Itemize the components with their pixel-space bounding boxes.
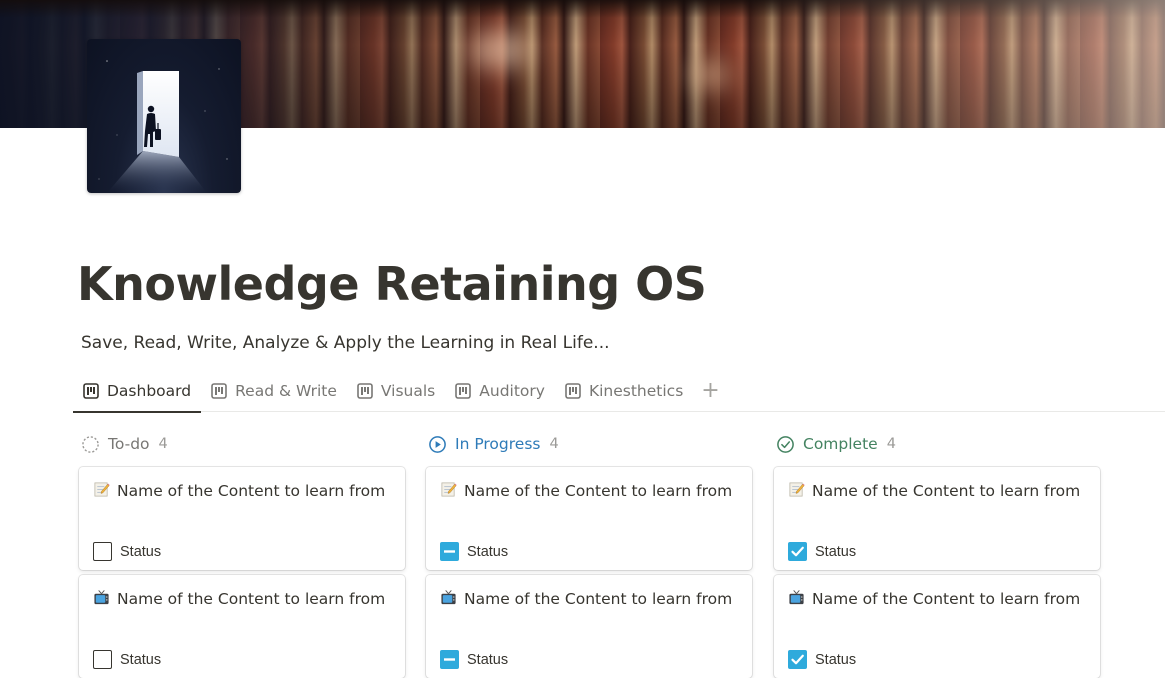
- memo-icon: [94, 482, 110, 497]
- status-checkbox-checked[interactable]: [788, 542, 807, 561]
- board-view-icon: [565, 382, 581, 399]
- tab-label: Kinesthetics: [588, 381, 684, 400]
- card-title: Name of the Content to learn from: [93, 587, 393, 613]
- board-view-icon: [83, 382, 99, 399]
- checkmark-icon: [791, 654, 804, 665]
- status-property: Status: [93, 542, 161, 561]
- tab-label: Read & Write: [235, 381, 337, 400]
- board-card[interactable]: Name of the Content to learn from Status: [79, 575, 405, 678]
- status-label: Status: [467, 651, 509, 668]
- page-subtitle[interactable]: Save, Read, Write, Analyze & Apply the L…: [81, 330, 610, 356]
- column-title: Complete: [803, 435, 878, 453]
- column-count: 4: [886, 436, 896, 452]
- tab-label: Visuals: [380, 381, 436, 400]
- board-column-complete: Complete 4 Name of the Content to learn …: [774, 430, 1100, 678]
- status-checkbox-indeterminate[interactable]: [440, 542, 459, 561]
- tab-visuals[interactable]: Visuals: [347, 370, 445, 412]
- board-view-icon: [455, 382, 472, 399]
- status-label: Status: [120, 651, 162, 668]
- column-header[interactable]: To-do 4: [79, 430, 405, 458]
- television-icon: [94, 590, 109, 605]
- tab-read-write[interactable]: Read & Write: [201, 370, 347, 412]
- status-checkbox[interactable]: [93, 542, 112, 561]
- status-property: Status: [788, 542, 856, 561]
- memo-icon: [789, 482, 805, 497]
- status-label: Status: [467, 543, 509, 560]
- status-checkbox[interactable]: [93, 650, 112, 669]
- column-title: In Progress: [455, 435, 541, 453]
- board-view-icon: [357, 382, 373, 399]
- minus-icon: [444, 658, 455, 661]
- board-card[interactable]: Name of the Content to learn from Status: [774, 575, 1100, 678]
- play-circle-icon: [429, 435, 446, 453]
- page-icon[interactable]: [87, 39, 241, 193]
- minus-icon: [444, 550, 455, 553]
- board-card[interactable]: Name of the Content to learn from Status: [79, 467, 405, 570]
- status-property: Status: [788, 650, 856, 669]
- tab-auditory[interactable]: Auditory: [445, 370, 555, 412]
- status-label: Status: [815, 543, 857, 560]
- status-label: Status: [120, 543, 162, 560]
- column-header[interactable]: Complete 4: [774, 430, 1100, 458]
- board-column-todo: To-do 4 Name of the Content to learn fro…: [79, 430, 405, 678]
- memo-icon: [441, 482, 457, 497]
- dashed-circle-icon: [82, 435, 99, 453]
- television-icon: [789, 590, 804, 605]
- column-header[interactable]: In Progress 4: [426, 430, 752, 458]
- board-card[interactable]: Name of the Content to learn from Status: [426, 575, 752, 678]
- board-view-icon: [211, 382, 227, 399]
- status-property: Status: [440, 542, 508, 561]
- board-column-in-progress: In Progress 4 Name of the Content to lea…: [426, 430, 752, 678]
- tab-kinesthetics[interactable]: Kinesthetics: [555, 370, 693, 412]
- board-card[interactable]: Name of the Content to learn from Status: [774, 467, 1100, 570]
- tab-dashboard[interactable]: Dashboard: [73, 370, 202, 413]
- television-icon: [441, 590, 456, 605]
- add-view-button[interactable]: +: [693, 370, 727, 412]
- status-property: Status: [93, 650, 161, 669]
- card-title: Name of the Content to learn from: [440, 587, 740, 613]
- card-title: Name of the Content to learn from: [788, 479, 1088, 505]
- view-tabs: Dashboard Read & Write Visuals Auditory: [73, 370, 1165, 413]
- person-walking-into-doorway-icon: [98, 60, 228, 193]
- column-title: To-do: [108, 435, 150, 453]
- check-circle-icon: [777, 435, 794, 453]
- board-card[interactable]: Name of the Content to learn from Status: [426, 467, 752, 570]
- card-title: Name of the Content to learn from: [788, 587, 1088, 613]
- card-title: Name of the Content to learn from: [440, 479, 740, 505]
- status-property: Status: [440, 650, 508, 669]
- tab-label: Auditory: [479, 381, 545, 400]
- status-checkbox-checked[interactable]: [788, 650, 807, 669]
- status-checkbox-indeterminate[interactable]: [440, 650, 459, 669]
- page-title[interactable]: Knowledge Retaining OS: [77, 254, 707, 314]
- status-label: Status: [815, 651, 857, 668]
- tab-label: Dashboard: [107, 381, 192, 400]
- checkmark-icon: [791, 546, 804, 557]
- column-count: 4: [158, 436, 168, 452]
- card-title: Name of the Content to learn from: [93, 479, 393, 505]
- column-count: 4: [549, 436, 559, 452]
